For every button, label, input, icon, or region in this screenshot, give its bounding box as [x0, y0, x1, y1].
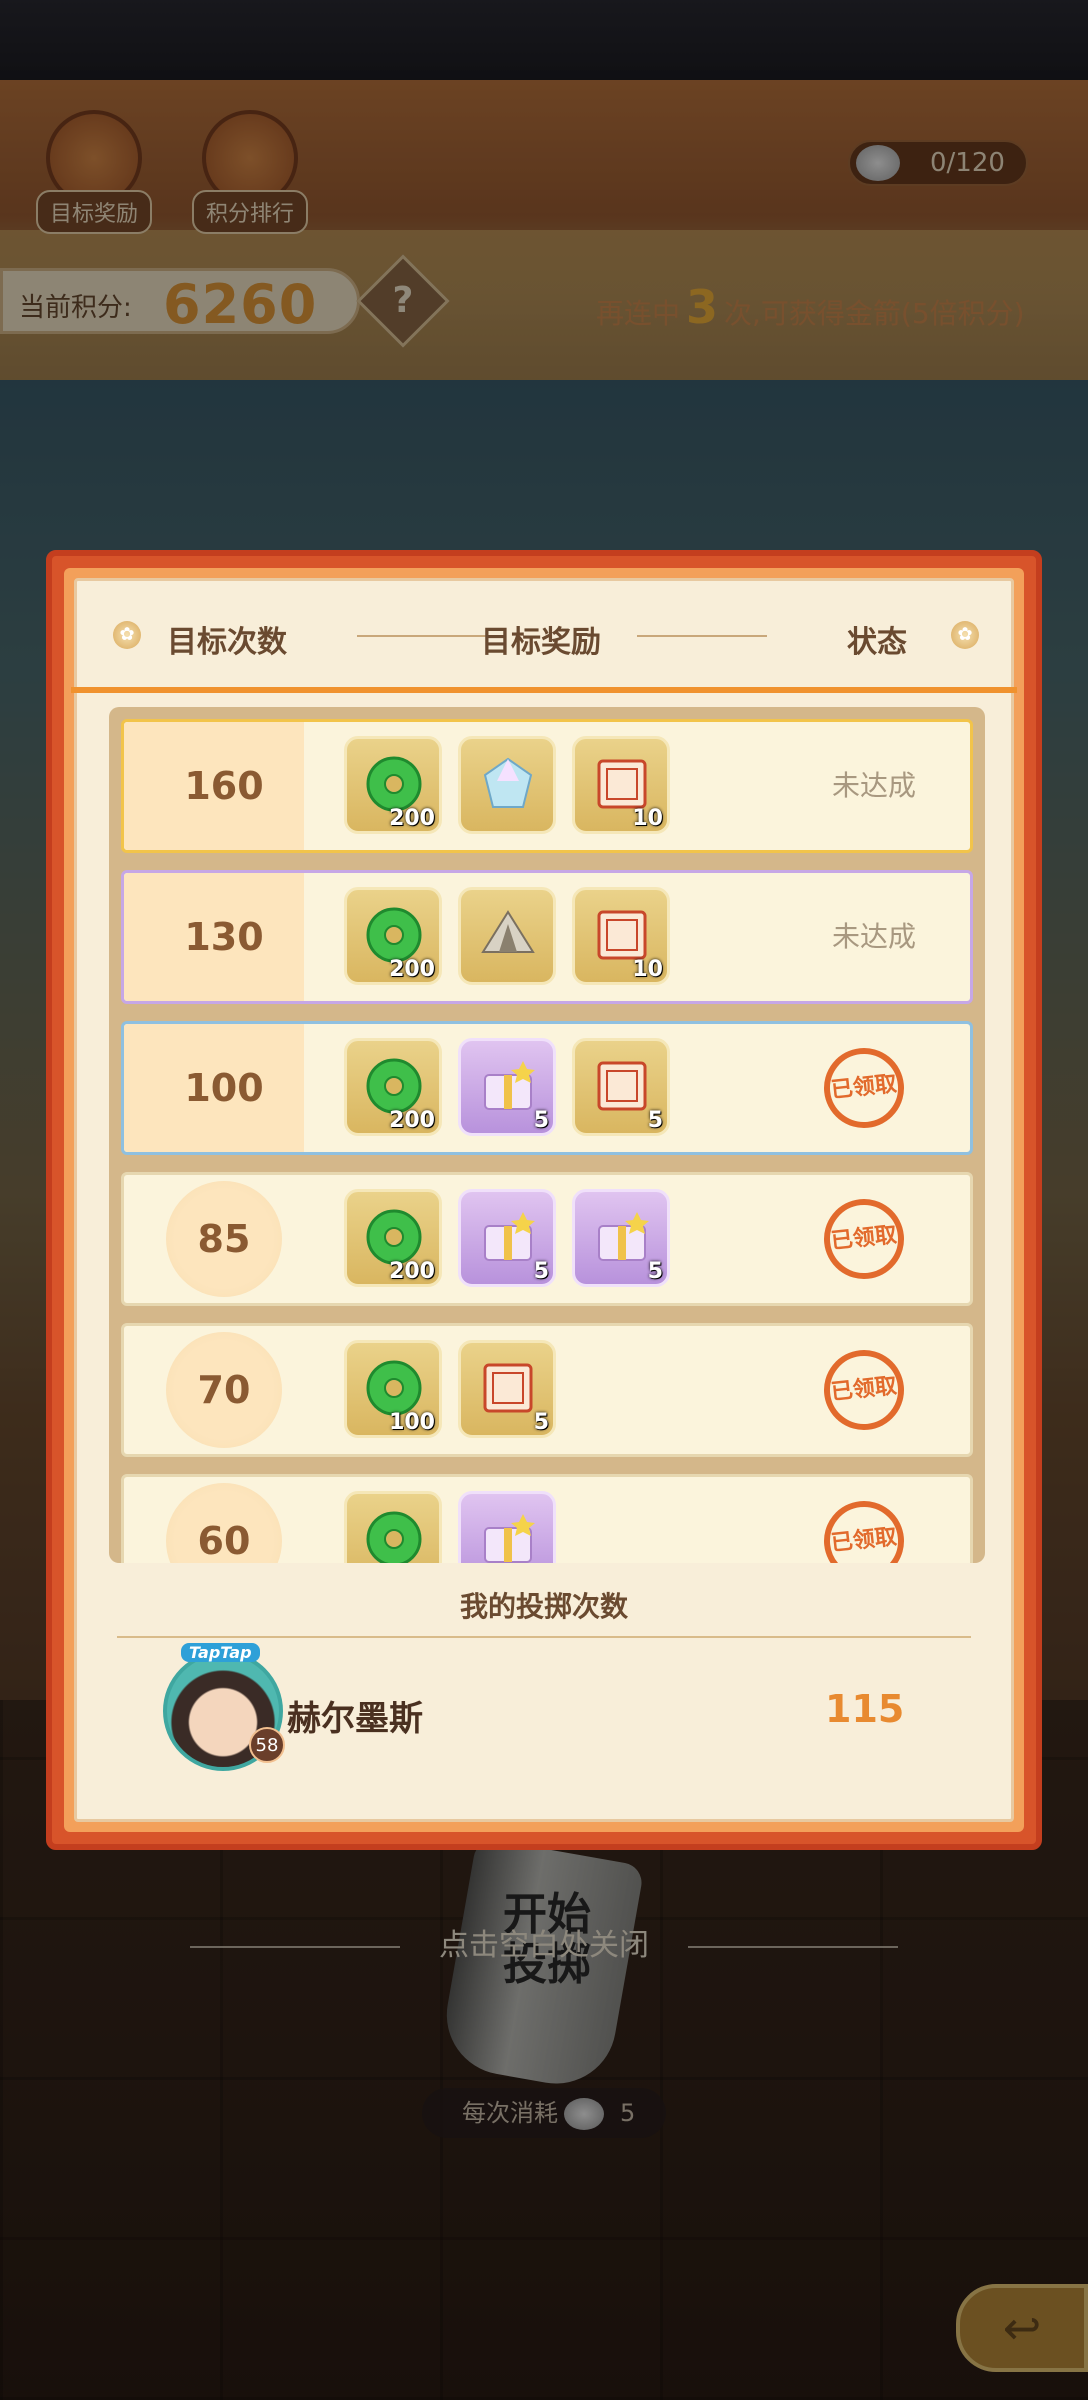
- reward-row: 85 200 5 5 已领取: [121, 1172, 973, 1306]
- status-label: 未达成: [831, 920, 916, 953]
- flower-icon: ✿: [113, 621, 141, 649]
- purple-gift-box-icon: [479, 1208, 537, 1266]
- reward-quantity: 10: [632, 957, 663, 982]
- jade-coin-icon: [365, 906, 423, 964]
- reward-item[interactable]: 200: [344, 736, 442, 834]
- header-divider: [71, 687, 1017, 693]
- my-throws-title: 我的投掷次数: [459, 1590, 628, 1623]
- status-label: 未达成: [831, 769, 916, 802]
- reward-row: 130 200 10 未达成: [121, 870, 973, 1004]
- purple-gift-box-icon: [593, 1208, 651, 1266]
- reward-quantity: 100: [389, 1410, 435, 1435]
- header-status: 状态: [847, 625, 907, 660]
- reward-item[interactable]: [458, 736, 556, 834]
- flower-icon: ✿: [951, 621, 979, 649]
- lucky-ticket-icon: [593, 1057, 651, 1115]
- my-throws-divider: [117, 1636, 971, 1638]
- target-count: 85: [197, 1217, 251, 1261]
- claimed-stamp: 已领取: [820, 1044, 908, 1132]
- reward-item[interactable]: 10: [572, 736, 670, 834]
- crystal-gem-icon: [479, 755, 537, 813]
- purple-gift-box-icon: [479, 1510, 537, 1563]
- reward-quantity: 5: [647, 1259, 663, 1284]
- target-count: 100: [184, 1066, 264, 1110]
- reward-quantity: 5: [533, 1259, 549, 1284]
- target-count: 60: [197, 1519, 251, 1563]
- taptap-badge: TapTap: [181, 1643, 260, 1662]
- modal-frame: ✿ 目标次数 目标奖励 状态 ✿ 160 200 10 未达成 130 200 10 未达成 1…: [64, 568, 1024, 1832]
- target-count: 160: [184, 764, 264, 808]
- tent-icon: [479, 906, 537, 964]
- header-target-reward: 目标奖励: [481, 625, 601, 660]
- avatar[interactable]: TapTap 58: [163, 1643, 285, 1771]
- reward-list[interactable]: 160 200 10 未达成 130 200 10 未达成 100 200 5 5 已领取 85 200 5 5…: [109, 707, 985, 1563]
- reward-item[interactable]: [458, 887, 556, 985]
- table-header: ✿ 目标次数 目标奖励 状态 ✿: [77, 599, 1011, 679]
- player-level: 58: [249, 1727, 285, 1763]
- modal-paper: ✿ 目标次数 目标奖励 状态 ✿ 160 200 10 未达成 130 200 10 未达成 1…: [71, 578, 1017, 1822]
- target-count: 130: [184, 915, 264, 959]
- reward-item[interactable]: 100: [344, 1340, 442, 1438]
- reward-quantity: 200: [389, 806, 435, 831]
- lucky-ticket-icon: [479, 1359, 537, 1417]
- reward-quantity: 5: [533, 1108, 549, 1133]
- jade-coin-icon: [365, 755, 423, 813]
- player-throw-count: 115: [825, 1687, 905, 1731]
- reward-row: 70 100 5 已领取: [121, 1323, 973, 1457]
- purple-gift-box-icon: [479, 1057, 537, 1115]
- jade-coin-icon: [365, 1359, 423, 1417]
- reward-quantity: 200: [389, 1259, 435, 1284]
- reward-item[interactable]: 10: [572, 887, 670, 985]
- reward-item[interactable]: 200: [344, 1189, 442, 1287]
- reward-item[interactable]: 5: [572, 1038, 670, 1136]
- reward-item[interactable]: 5: [458, 1340, 556, 1438]
- target-count: 70: [197, 1368, 251, 1412]
- reward-row: 60 已领取: [121, 1474, 973, 1563]
- reward-item[interactable]: 5: [572, 1189, 670, 1287]
- jade-coin-icon: [365, 1208, 423, 1266]
- target-reward-modal: ✿ 目标次数 目标奖励 状态 ✿ 160 200 10 未达成 130 200 10 未达成 1…: [46, 550, 1042, 1850]
- reward-item[interactable]: [344, 1491, 442, 1563]
- reward-row: 160 200 10 未达成: [121, 719, 973, 853]
- reward-quantity: 200: [389, 957, 435, 982]
- lucky-ticket-icon: [593, 906, 651, 964]
- lucky-ticket-icon: [593, 755, 651, 813]
- reward-quantity: 5: [647, 1108, 663, 1133]
- reward-item[interactable]: 200: [344, 1038, 442, 1136]
- reward-quantity: 10: [632, 806, 663, 831]
- reward-item[interactable]: [458, 1491, 556, 1563]
- jade-coin-icon: [365, 1510, 423, 1563]
- claimed-stamp: 已领取: [820, 1497, 908, 1563]
- header-rule-right: [637, 635, 767, 637]
- reward-row: 100 200 5 5 已领取: [121, 1021, 973, 1155]
- jade-coin-icon: [365, 1057, 423, 1115]
- reward-item[interactable]: 200: [344, 887, 442, 985]
- claimed-stamp: 已领取: [820, 1195, 908, 1283]
- reward-quantity: 200: [389, 1108, 435, 1133]
- reward-item[interactable]: 5: [458, 1189, 556, 1287]
- reward-quantity: 5: [533, 1410, 549, 1435]
- player-name: 赫尔墨斯: [287, 1699, 423, 1739]
- header-target-count: 目标次数: [167, 625, 287, 660]
- claimed-stamp: 已领取: [820, 1346, 908, 1434]
- reward-item[interactable]: 5: [458, 1038, 556, 1136]
